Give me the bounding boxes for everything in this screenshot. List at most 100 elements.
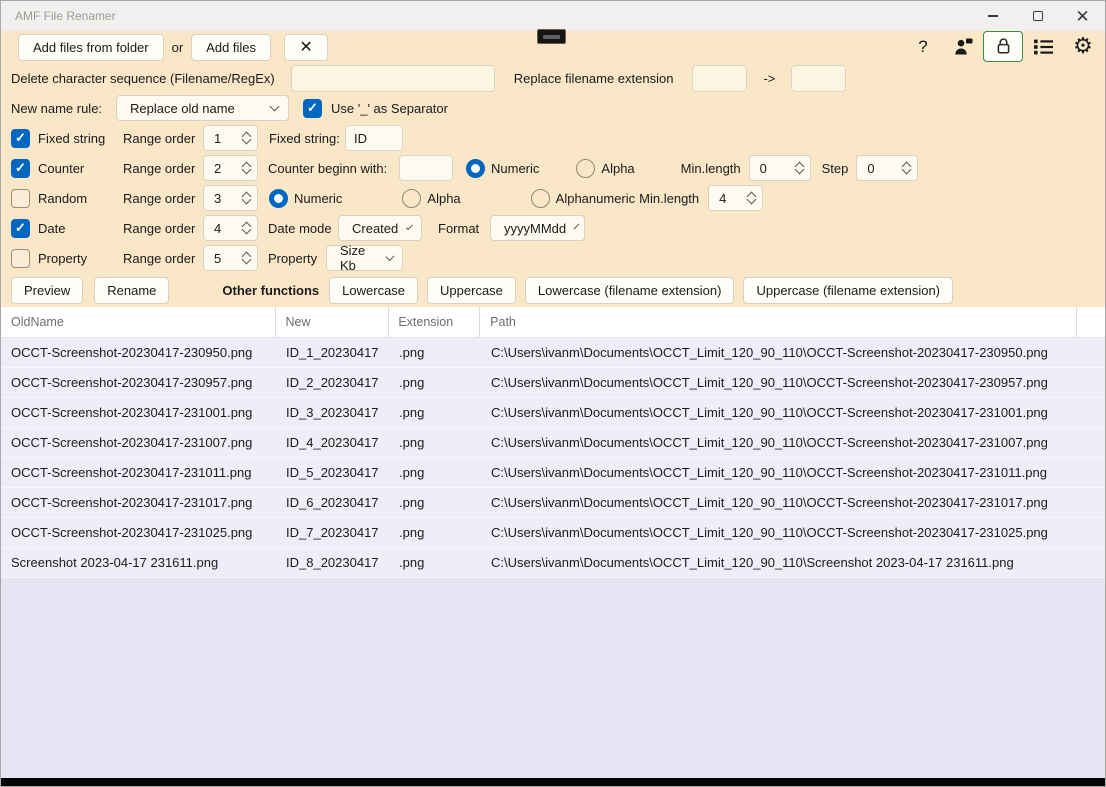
- table-row[interactable]: OCCT-Screenshot-20230417-231025.png ID_7_…: [1, 518, 1105, 548]
- counter-minlength-spinner[interactable]: 0: [748, 155, 811, 181]
- random-alphanumeric-radio[interactable]: [530, 188, 550, 208]
- spinner-arrows-icon[interactable]: [241, 221, 252, 235]
- property-checkbox[interactable]: [11, 248, 30, 268]
- table-row[interactable]: OCCT-Screenshot-20230417-231007.png ID_4_…: [1, 428, 1105, 458]
- uppercase-button[interactable]: Uppercase: [427, 276, 516, 304]
- spinner-value: 4: [214, 220, 222, 236]
- delete-sequence-input[interactable]: [290, 64, 495, 92]
- table-row[interactable]: OCCT-Screenshot-20230417-230957.png ID_2_…: [1, 368, 1105, 398]
- counter-range-order-spinner[interactable]: 2: [203, 155, 258, 181]
- date-range-order-spinner[interactable]: 4: [203, 215, 258, 241]
- spinner-arrows-icon[interactable]: [794, 161, 805, 175]
- rename-button[interactable]: Rename: [94, 276, 170, 304]
- random-checkbox[interactable]: [11, 188, 30, 208]
- random-range-order-spinner[interactable]: 3: [203, 185, 258, 211]
- random-numeric-radio[interactable]: [269, 188, 288, 208]
- replace-extension-to-input[interactable]: [791, 64, 847, 92]
- fixed-string-input[interactable]: [345, 125, 403, 151]
- column-header-new[interactable]: New: [276, 307, 390, 337]
- table-row[interactable]: Screenshot 2023-04-17 231611.png ID_8_202…: [1, 548, 1105, 578]
- minimize-button[interactable]: [970, 1, 1015, 31]
- spinner-arrows-icon[interactable]: [241, 191, 252, 205]
- window-controls: ✕: [970, 1, 1105, 31]
- maximize-button[interactable]: [1015, 1, 1060, 31]
- table-cell: OCCT-Screenshot-20230417-230957.png: [11, 375, 253, 390]
- lock-button[interactable]: [983, 31, 1023, 62]
- lock-icon: [997, 38, 1009, 54]
- property-dropdown[interactable]: Size Kb: [326, 243, 403, 273]
- toolbar-icons: ? ⚙: [903, 31, 1103, 62]
- column-header-path[interactable]: Path: [480, 307, 1078, 337]
- fixed-string-label: Fixed string: [38, 130, 106, 146]
- random-minlength-spinner[interactable]: 4: [708, 185, 764, 211]
- spinner-arrows-icon[interactable]: [241, 251, 252, 265]
- range-order-label: Range order: [123, 130, 196, 146]
- counter-numeric-radio[interactable]: [466, 158, 485, 178]
- table-cell: ID_8_20230417: [286, 555, 379, 570]
- table-row[interactable]: OCCT-Screenshot-20230417-231017.png ID_6_…: [1, 488, 1105, 518]
- table-cell: ID_5_20230417: [286, 465, 379, 480]
- date-mode-dropdown[interactable]: Created: [338, 215, 422, 241]
- property-value: Size Kb: [340, 243, 366, 273]
- user-button[interactable]: [943, 31, 983, 62]
- spinner-value: 2: [214, 160, 222, 176]
- spinner-arrows-icon[interactable]: [241, 161, 252, 175]
- lowercase-extension-button[interactable]: Lowercase (filename extension): [524, 276, 735, 304]
- spinner-value: 4: [719, 190, 727, 206]
- column-header-extension[interactable]: Extension: [389, 307, 481, 337]
- random-alpha-radio[interactable]: [402, 188, 422, 208]
- table-cell: C:\Users\ivanm\Documents\OCCT_Limit_120_…: [491, 345, 1048, 360]
- lowercase-button[interactable]: Lowercase: [329, 276, 419, 304]
- table-cell: C:\Users\ivanm\Documents\OCCT_Limit_120_…: [491, 525, 1048, 540]
- table-row[interactable]: OCCT-Screenshot-20230417-231011.png ID_5_…: [1, 458, 1105, 488]
- column-header-oldname[interactable]: OldName: [1, 307, 276, 337]
- date-checkbox[interactable]: ✓: [11, 218, 30, 238]
- new-name-rule-dropdown[interactable]: Replace old name: [116, 95, 289, 121]
- table-cell: ID_6_20230417: [286, 495, 379, 510]
- new-name-rule-value: Replace old name: [130, 100, 235, 116]
- random-alphanumeric-label: Alphanumeric: [555, 190, 636, 206]
- replace-extension-from-input[interactable]: [692, 64, 748, 92]
- table-cell: C:\Users\ivanm\Documents\OCCT_Limit_120_…: [491, 375, 1048, 390]
- help-button[interactable]: ?: [903, 31, 943, 62]
- table-cell: .png: [399, 555, 425, 570]
- preview-button[interactable]: Preview: [11, 276, 84, 304]
- list-icon: [1033, 39, 1053, 54]
- uppercase-extension-button[interactable]: Uppercase (filename extension): [743, 276, 954, 304]
- spinner-value: 0: [759, 160, 767, 176]
- minimize-icon: [987, 15, 998, 17]
- table-row[interactable]: OCCT-Screenshot-20230417-231001.png ID_3_…: [1, 398, 1105, 428]
- check-icon: ✓: [15, 220, 26, 235]
- user-icon: [954, 38, 972, 54]
- clear-list-button[interactable]: ✕: [284, 33, 329, 61]
- date-format-dropdown[interactable]: yyyyMMdd: [490, 215, 585, 241]
- table-cell: OCCT-Screenshot-20230417-230950.png: [11, 345, 253, 360]
- close-icon: ✕: [1075, 6, 1090, 26]
- fixed-range-order-spinner[interactable]: 1: [203, 125, 258, 151]
- date-mode-value: Created: [352, 220, 399, 236]
- counter-checkbox[interactable]: ✓: [11, 158, 30, 178]
- range-order-label: Range order: [123, 220, 196, 236]
- counter-begin-input[interactable]: [399, 155, 453, 181]
- counter-alpha-radio[interactable]: [576, 158, 596, 178]
- spinner-arrows-icon[interactable]: [746, 191, 757, 205]
- spinner-arrows-icon[interactable]: [241, 131, 252, 145]
- add-files-button[interactable]: Add files: [191, 33, 272, 61]
- counter-numeric-label: Numeric: [491, 160, 540, 176]
- table-cell: C:\Users\ivanm\Documents\OCCT_Limit_120_…: [491, 465, 1047, 480]
- table-cell: ID_3_20230417: [286, 405, 379, 420]
- table-cell: C:\Users\ivanm\Documents\OCCT_Limit_120_…: [491, 435, 1048, 450]
- list-button[interactable]: [1023, 31, 1063, 62]
- fixed-string-field-label: Fixed string:: [269, 130, 340, 146]
- separator-checkbox[interactable]: ✓: [303, 98, 322, 118]
- close-button[interactable]: ✕: [1060, 1, 1105, 31]
- range-order-label: Range order: [123, 190, 196, 206]
- settings-button[interactable]: ⚙: [1063, 31, 1103, 62]
- counter-step-spinner[interactable]: 0: [856, 155, 919, 181]
- table-row[interactable]: OCCT-Screenshot-20230417-230950.png ID_1_…: [1, 338, 1105, 368]
- add-files-from-folder-button[interactable]: Add files from folder: [18, 33, 164, 61]
- fixed-string-checkbox[interactable]: ✓: [11, 128, 30, 148]
- random-alpha-label: Alpha: [427, 190, 461, 206]
- property-range-order-spinner[interactable]: 5: [203, 245, 258, 271]
- spinner-arrows-icon[interactable]: [901, 161, 912, 175]
